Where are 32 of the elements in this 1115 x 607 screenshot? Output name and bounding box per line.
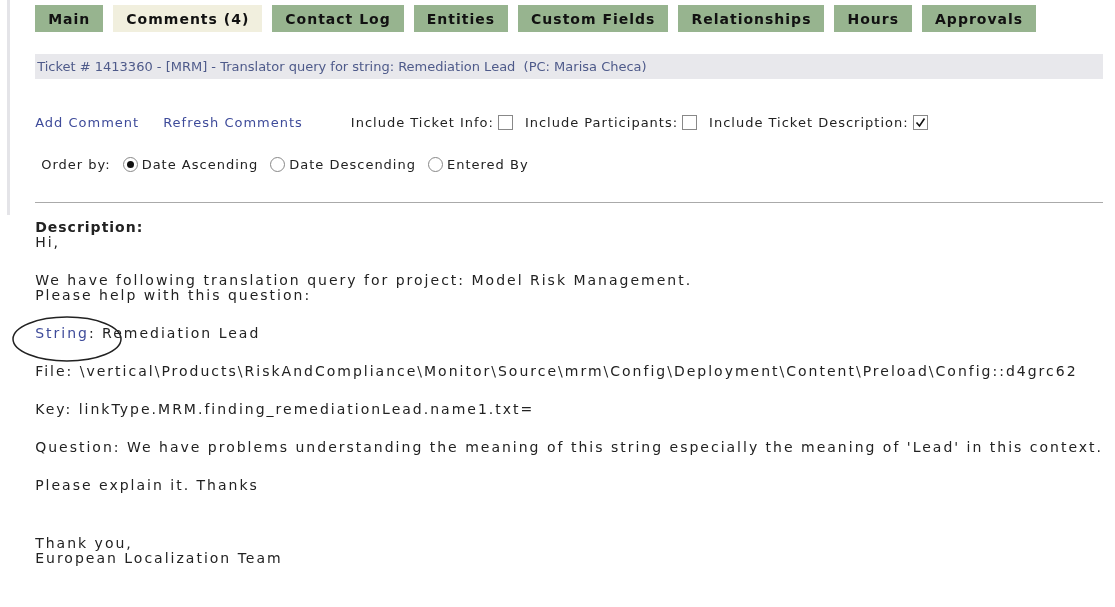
tab[interactable]: Main — [35, 5, 104, 32]
description-text: File: \vertical\Products\RiskAndCompliance\Monitor\Source\mrm\Config\Deployment\Content\Preload\Config::d4grc62 — [35, 364, 1079, 379]
tab[interactable]: Comments (4) — [113, 5, 263, 32]
checkbox[interactable] — [912, 115, 928, 130]
action-link[interactable]: Add Comment — [35, 115, 140, 130]
description-text: Hi, — [35, 235, 61, 250]
checkbox[interactable] — [682, 115, 698, 130]
description-text: Key: linkType.MRM.finding_remediationLead.name1.txt= — [35, 402, 536, 417]
radio-label: Date Descending — [289, 157, 416, 172]
description-text: Please help with this question: — [35, 288, 312, 303]
option-label: Include Ticket Info: — [350, 115, 494, 130]
option-label: Include Participants: — [524, 115, 679, 130]
description-text: Thank you, — [35, 536, 134, 551]
string-link[interactable]: String — [35, 325, 89, 341]
radio-label: Entered By — [447, 157, 529, 172]
ticket-header: Ticket # 1413360 - [MRM] - Translator query for string: Remediation Lead (PC: Marisa Checa) — [35, 54, 1103, 79]
order-label: Order by: — [41, 157, 111, 172]
description-text: Please explain it. Thanks — [35, 478, 260, 493]
option-label: Include Ticket Description: — [709, 115, 909, 130]
action-link[interactable]: Refresh Comments — [163, 115, 303, 130]
tab[interactable]: Entities — [413, 5, 509, 32]
tab[interactable]: Approvals — [922, 5, 1037, 32]
tab[interactable]: Contact Log — [272, 5, 404, 32]
checkbox[interactable] — [497, 115, 513, 130]
tab[interactable]: Hours — [834, 5, 913, 32]
description-text: European Localization Team — [35, 551, 284, 566]
description-text: We have following translation query for project: Model Risk Management. — [35, 273, 694, 288]
description-heading: Description: — [35, 219, 145, 235]
tab[interactable]: Custom Fields — [518, 5, 669, 32]
radio-label: Date Ascending — [141, 157, 259, 172]
description-text: Question: We have problems understanding the meaning of this string especially the meaning of 'Lead' in this context. — [35, 440, 1103, 455]
tab[interactable]: Relationships — [678, 5, 825, 32]
